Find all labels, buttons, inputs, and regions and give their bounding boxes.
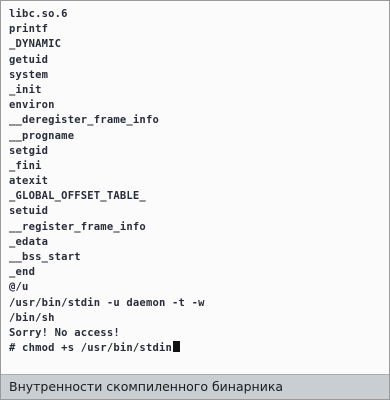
terminal-line: setuid <box>9 205 49 218</box>
terminal-line: atexit <box>9 175 49 188</box>
figure-frame: libc.so.6 printf _DYNAMIC getuid system … <box>0 0 390 400</box>
terminal-line: /bin/sh <box>9 311 55 324</box>
terminal-window: libc.so.6 printf _DYNAMIC getuid system … <box>1 1 389 374</box>
terminal-line: environ <box>9 99 55 112</box>
terminal-line: _fini <box>9 159 42 172</box>
terminal-line: _GLOBAL_OFFSET_TABLE_ <box>9 190 146 203</box>
terminal-line: Sorry! No access! <box>9 326 120 339</box>
terminal-line: /usr/bin/stdin -u daemon -t -w <box>9 296 205 309</box>
terminal-line: _DYNAMIC <box>9 38 62 51</box>
terminal-line: __progname <box>9 129 75 142</box>
terminal-command: # chmod +s /usr/bin/stdin <box>9 342 173 355</box>
terminal-line: getuid <box>9 53 49 66</box>
terminal-line: _edata <box>9 235 49 248</box>
terminal-line: _end <box>9 266 36 279</box>
figure-caption: Внутренности скомпиленного бинарника <box>9 379 284 394</box>
terminal-line: libc.so.6 <box>9 8 68 20</box>
terminal-output: libc.so.6 printf _DYNAMIC getuid system … <box>9 7 205 356</box>
terminal-line: @/u <box>9 281 29 294</box>
text-cursor <box>173 341 181 353</box>
terminal-prompt-line[interactable]: # chmod +s /usr/bin/stdin <box>9 341 205 356</box>
terminal-line: __register_frame_info <box>9 220 146 233</box>
terminal-line: system <box>9 68 49 81</box>
terminal-line: setgid <box>9 144 49 157</box>
terminal-line: _init <box>9 83 42 96</box>
terminal-line: __deregister_frame_info <box>9 114 159 127</box>
caption-bar: Внутренности скомпиленного бинарника <box>1 374 389 399</box>
terminal-line: printf <box>9 23 49 36</box>
terminal-line: __bss_start <box>9 251 81 263</box>
